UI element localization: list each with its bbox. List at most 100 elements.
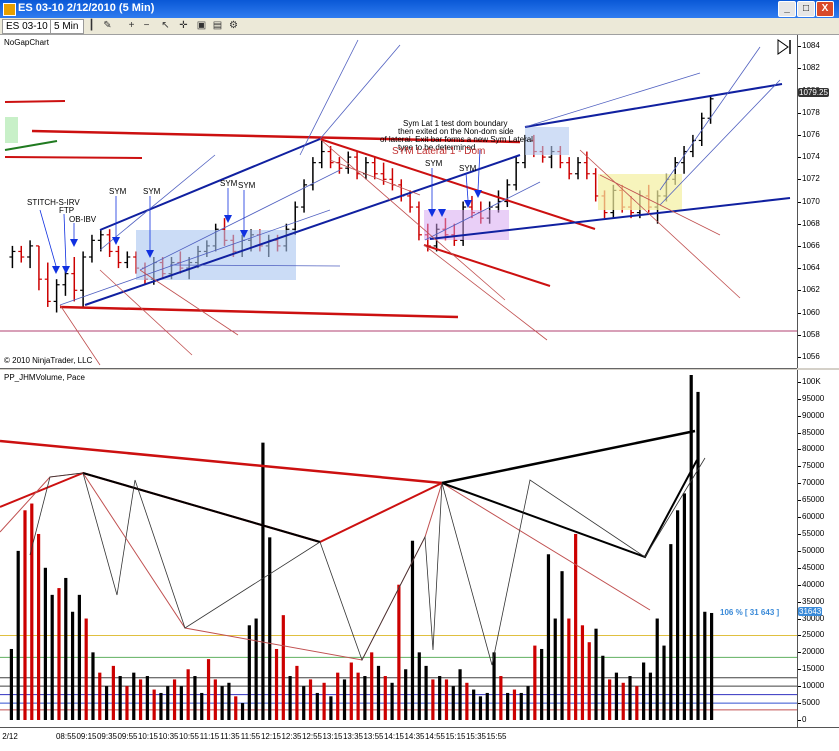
nav-arrow-icon[interactable]	[777, 39, 791, 55]
red-line	[4, 100, 66, 103]
volume-bar	[336, 672, 340, 720]
price-bar	[371, 157, 378, 180]
price-bar	[583, 151, 590, 180]
volume-bar	[499, 676, 503, 720]
blue-channel-line	[524, 83, 783, 128]
volume-bar	[417, 652, 421, 720]
volume-bar	[703, 611, 707, 720]
volume-bar	[200, 692, 204, 720]
obibv-annotation: OB-IBV	[69, 215, 97, 224]
price-bar	[35, 245, 42, 291]
red-line	[4, 156, 143, 159]
price-bar	[80, 251, 87, 307]
volume-bar	[172, 679, 177, 720]
volume-bar	[50, 594, 54, 720]
volume-bar	[16, 550, 20, 720]
volume-bar	[268, 537, 272, 720]
volume-bar	[152, 689, 156, 720]
price-bar	[18, 245, 25, 263]
price-bar	[292, 201, 299, 235]
volume-bar	[111, 665, 115, 720]
price-bar	[707, 96, 714, 124]
sym-annotation: SYM	[109, 187, 127, 196]
price-bar	[398, 179, 405, 202]
volume-bar	[397, 584, 401, 720]
volume-bar	[193, 676, 197, 720]
volume-bar	[431, 679, 435, 720]
price-bar	[415, 201, 422, 241]
volume-bar	[512, 689, 517, 720]
volume-bar	[614, 672, 619, 720]
volume-bar	[132, 672, 136, 720]
volume-bar	[363, 676, 367, 720]
volume-drawings	[0, 429, 706, 666]
volume-bar	[608, 679, 612, 720]
price-bar	[592, 168, 599, 202]
price-bar	[389, 168, 396, 191]
small-zone	[5, 117, 18, 143]
volume-bar	[349, 662, 353, 720]
volume-bar	[472, 689, 476, 720]
sym-annotation: SYM	[459, 164, 477, 173]
volume-bar	[138, 679, 143, 720]
price-bar	[106, 229, 113, 257]
volume-bar	[519, 692, 523, 720]
price-bar	[362, 157, 369, 180]
price-bar	[575, 157, 582, 180]
volume-bar	[485, 692, 489, 720]
volume-bar	[458, 669, 462, 720]
price-bar	[88, 234, 95, 263]
volume-bar	[104, 686, 109, 720]
volume-bar	[404, 669, 408, 720]
volume-bar	[621, 682, 625, 720]
volume-bar	[383, 676, 387, 720]
price-bar	[513, 157, 520, 191]
volume-bar	[682, 493, 687, 720]
volume-bar	[254, 618, 258, 720]
volume-bar	[302, 686, 306, 720]
volume-bar	[689, 375, 693, 720]
volume-bar	[288, 676, 292, 720]
price-bar	[681, 146, 688, 174]
volume-bar	[261, 442, 265, 720]
red-channel-line	[59, 305, 459, 319]
volume-bar	[465, 682, 469, 720]
price-bar	[301, 179, 308, 213]
price-bar	[27, 240, 34, 269]
volume-bar	[30, 503, 34, 720]
volume-bar	[91, 652, 95, 720]
volume-bar	[9, 648, 13, 720]
volume-bar	[533, 645, 537, 720]
volume-bar	[227, 682, 231, 720]
sym-annotation: SYM	[425, 159, 443, 168]
price-bar	[698, 112, 705, 146]
volume-bar	[213, 679, 217, 720]
volume-bar	[36, 533, 41, 720]
price-bar	[327, 146, 334, 169]
volume-bar	[356, 672, 360, 720]
volume-bar	[648, 672, 653, 720]
volume-bar	[281, 615, 285, 720]
volume-bar	[295, 665, 299, 720]
volume-bar	[274, 648, 279, 720]
volume-bar	[322, 682, 326, 720]
volume-bar	[376, 665, 381, 720]
volume-bar	[370, 652, 374, 720]
volume-bar	[70, 611, 75, 720]
sym-lateral-label: SYM Lateral 1 - Dom	[392, 146, 485, 157]
volume-bar	[601, 655, 605, 720]
price-bar	[71, 257, 78, 302]
price-bar	[53, 279, 60, 313]
volume-bar	[546, 554, 551, 720]
volume-bar	[444, 679, 449, 720]
volume-bar	[438, 676, 442, 720]
volume-bar	[567, 618, 571, 720]
volume-bar	[710, 612, 714, 720]
volume-bar	[315, 692, 319, 720]
volume-bar	[587, 642, 591, 720]
price-bar	[115, 245, 122, 269]
sym-zone-4	[598, 174, 682, 210]
volume-bar	[410, 540, 415, 720]
volume-bar	[308, 679, 313, 720]
volume-bar	[118, 676, 122, 720]
